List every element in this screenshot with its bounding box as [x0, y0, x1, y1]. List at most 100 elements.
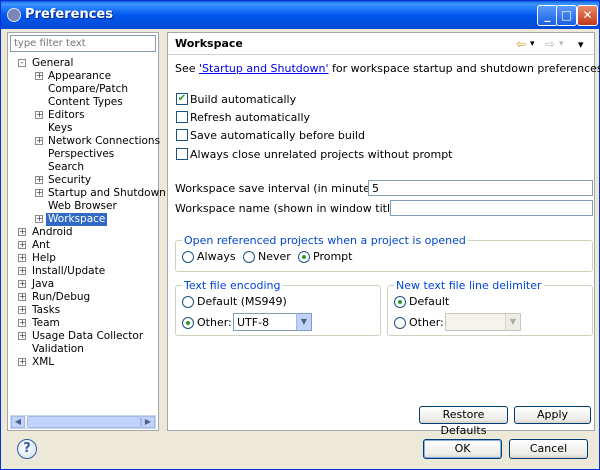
expand-icon[interactable]: + — [18, 267, 26, 275]
open-referenced-projects-group: Open referenced projects when a project … — [175, 234, 593, 272]
horizontal-scrollbar[interactable]: ◀ ▶ — [10, 415, 156, 429]
encoding-default-label: Default (MS949) — [197, 295, 287, 308]
tree-item-label: XML — [32, 356, 55, 368]
save-interval-input[interactable] — [368, 180, 593, 196]
tree-item-label: Editors — [48, 109, 85, 121]
back-arrow-icon[interactable]: ⇦ — [516, 37, 526, 51]
scroll-thumb[interactable] — [27, 416, 141, 428]
tree-item-label: Android — [32, 226, 73, 238]
always-radio[interactable] — [182, 251, 194, 263]
close-button[interactable]: ✕ — [577, 5, 598, 26]
window-title: Preferences — [25, 7, 113, 22]
build-automatically-label: Build automatically — [190, 93, 297, 106]
preference-page: Workspace ⇦ ▾ ⇨ ▾ ▾ See 'Startup and Shu… — [167, 32, 600, 437]
expand-icon[interactable]: + — [18, 319, 26, 327]
startup-shutdown-link[interactable]: 'Startup and Shutdown' — [199, 62, 328, 75]
scroll-left-arrow-icon[interactable]: ◀ — [11, 416, 25, 428]
delimiter-default-radio[interactable] — [394, 296, 406, 308]
encoding-other-label: Other: — [197, 316, 232, 329]
ok-button[interactable]: OK — [423, 439, 502, 459]
expand-icon[interactable]: + — [35, 189, 43, 197]
expand-icon[interactable]: + — [18, 254, 26, 262]
expand-icon[interactable]: + — [18, 293, 26, 301]
chevron-down-icon[interactable]: ▼ — [296, 314, 311, 330]
expand-icon[interactable]: + — [18, 332, 26, 340]
preference-tree-pane: -General + AppearanceCompare/PatchContent … — [7, 32, 166, 431]
intro-prefix: See — [175, 62, 200, 75]
refresh-automatically-label: Refresh automatically — [190, 111, 311, 124]
delimiter-other-radio[interactable] — [394, 317, 406, 329]
minimize-button[interactable]: _ — [537, 5, 558, 26]
cancel-button[interactable]: Cancel — [509, 439, 588, 459]
tree-item-label: Help — [32, 252, 56, 264]
expand-icon[interactable]: + — [18, 228, 26, 236]
tree-item-label: Java — [32, 278, 55, 290]
view-menu-icon[interactable]: ▾ — [578, 38, 584, 51]
tree-item-label: Appearance — [48, 70, 112, 82]
text-file-encoding-group: Text file encoding Default (MS949) Other… — [175, 279, 381, 336]
encoding-combo[interactable]: UTF-8 ▼ — [233, 313, 312, 331]
help-icon[interactable]: ? — [17, 439, 37, 459]
intro-suffix: for workspace startup and shutdown prefe… — [328, 62, 600, 75]
workspace-name-label: Workspace name (shown in window title): — [175, 202, 405, 215]
maximize-button[interactable]: □ — [556, 5, 577, 26]
page-header: Workspace ⇦ ▾ ⇨ ▾ ▾ — [168, 33, 594, 55]
tree-item-label: Run/Debug — [32, 291, 91, 303]
restore-defaults-button[interactable]: Restore Defaults — [419, 406, 508, 437]
forward-arrow-icon[interactable]: ⇨ — [545, 37, 555, 51]
app-icon — [7, 8, 21, 22]
chevron-down-icon: ▼ — [505, 314, 520, 330]
tree-item-label: Usage Data Collector — [32, 330, 144, 342]
tree-item-label: Keys — [48, 122, 73, 134]
tree-item-label: Security — [48, 174, 92, 186]
scroll-right-arrow-icon[interactable]: ▶ — [141, 416, 155, 428]
save-interval-label: Workspace save interval (in minutes): — [175, 182, 384, 195]
encoding-other-radio[interactable] — [182, 317, 194, 329]
expand-icon[interactable]: + — [18, 306, 26, 314]
encoding-default-radio[interactable] — [182, 296, 194, 308]
workspace-name-input[interactable] — [390, 200, 593, 216]
tree-item-label: Startup and Shutdown — [48, 187, 166, 199]
tree-item-label: Search — [48, 161, 85, 173]
save-before-build-checkbox[interactable] — [176, 129, 188, 141]
prompt-radio[interactable] — [298, 251, 310, 263]
never-label: Never — [258, 250, 291, 263]
back-dropdown-icon[interactable]: ▾ — [530, 39, 535, 49]
expand-icon[interactable]: + — [18, 280, 26, 288]
never-radio[interactable] — [243, 251, 255, 263]
tree-item-label: Tasks — [32, 304, 61, 316]
intro-text: See 'Startup and Shutdown' for workspace… — [175, 62, 600, 75]
tree-item-label: Network Connections — [48, 135, 161, 147]
tree-item-label: Content Types — [48, 96, 123, 108]
filter-input[interactable] — [10, 35, 156, 52]
close-unrelated-projects-checkbox[interactable] — [176, 148, 188, 160]
expand-icon[interactable]: + — [18, 241, 26, 249]
expand-icon[interactable]: + — [35, 137, 43, 145]
title-bar[interactable]: Preferences _ □ ✕ — [1, 1, 599, 29]
refresh-automatically-checkbox[interactable] — [176, 111, 188, 123]
prompt-label: Prompt — [313, 250, 353, 263]
expand-icon[interactable]: + — [35, 111, 43, 119]
apply-button[interactable]: Apply — [514, 406, 591, 424]
tree-item-label: Install/Update — [32, 265, 106, 277]
forward-dropdown-icon[interactable]: ▾ — [559, 39, 564, 49]
tree-item-label: General — [32, 57, 74, 69]
expand-icon[interactable]: + — [35, 176, 43, 184]
expand-icon[interactable]: + — [35, 215, 43, 223]
open-referenced-projects-title: Open referenced projects when a project … — [182, 234, 468, 247]
delimiter-default-label: Default — [409, 295, 450, 308]
always-label: Always — [197, 250, 236, 263]
tree-item-label: Workspace — [46, 213, 108, 226]
expand-icon[interactable]: + — [18, 358, 26, 366]
text-file-encoding-title: Text file encoding — [182, 279, 283, 292]
line-delimiter-title: New text file line delimiter — [394, 279, 544, 292]
collapse-icon[interactable]: - — [18, 59, 26, 67]
tree-item-label: Compare/Patch — [48, 83, 129, 95]
save-before-build-label: Save automatically before build — [190, 129, 365, 142]
expand-icon[interactable]: + — [35, 72, 43, 80]
delimiter-other-label: Other: — [409, 316, 444, 329]
build-automatically-checkbox[interactable]: ✔ — [176, 93, 188, 105]
page-title: Workspace — [175, 37, 243, 50]
tree-item-label: Ant — [32, 239, 50, 251]
delimiter-combo[interactable]: ▼ — [445, 313, 521, 331]
